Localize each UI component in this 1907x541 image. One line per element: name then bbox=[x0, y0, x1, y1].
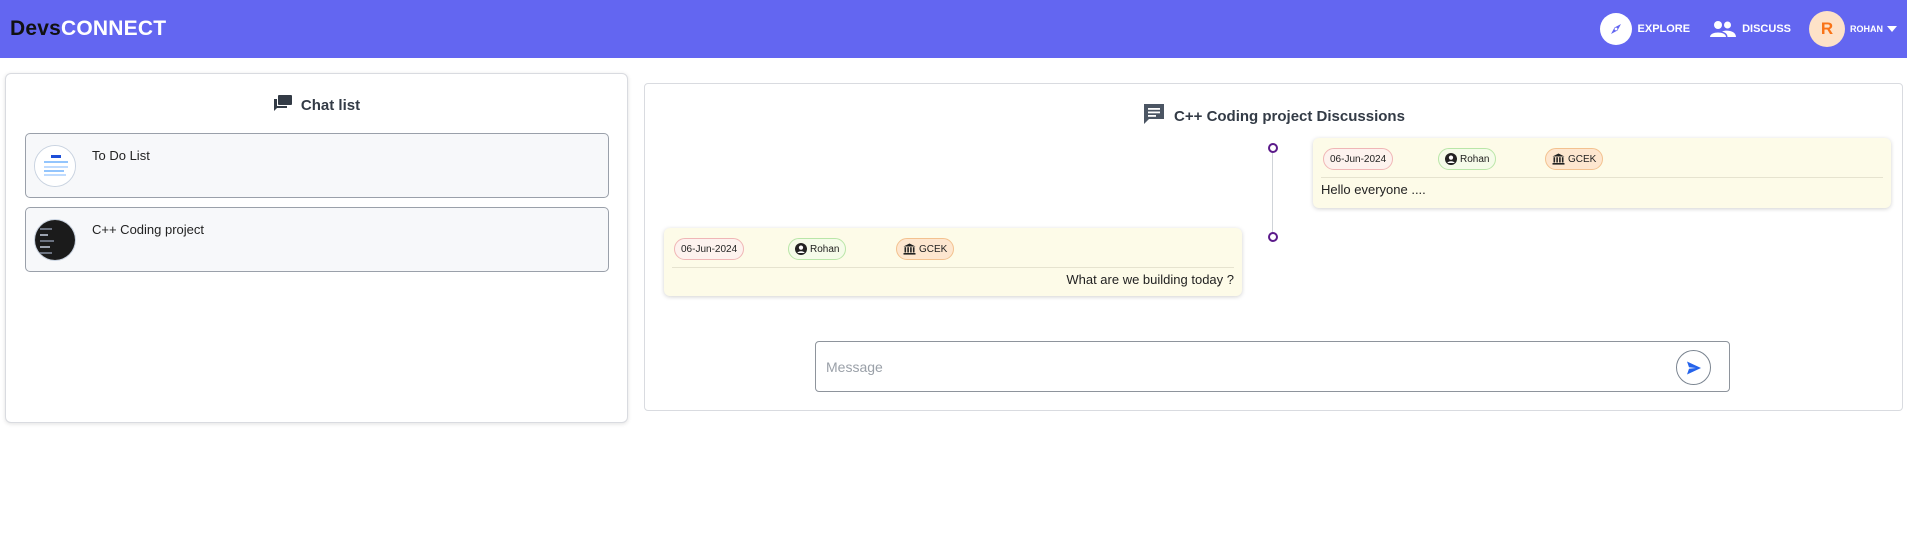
nav-discuss-link[interactable]: DISCUSS bbox=[1708, 14, 1791, 44]
timeline-line bbox=[1272, 148, 1273, 236]
message-text: What are we building today ? bbox=[1066, 272, 1234, 287]
message-meta: 06-Jun-2024 Rohan GCEK bbox=[1313, 138, 1891, 174]
chat-thumbnail bbox=[34, 219, 76, 261]
institution-icon bbox=[903, 243, 916, 255]
message-input-box bbox=[815, 341, 1730, 392]
message-card: 06-Jun-2024 Rohan GCEK Hello everyone ..… bbox=[1313, 138, 1891, 208]
date-chip: 06-Jun-2024 bbox=[674, 238, 745, 260]
date-chip: 06-Jun-2024 bbox=[1323, 148, 1394, 170]
message-divider bbox=[672, 267, 1234, 268]
message-divider bbox=[1321, 177, 1883, 178]
org-chip: GCEK bbox=[896, 238, 955, 260]
timeline-dot bbox=[1268, 143, 1278, 153]
chat-bubbles-icon bbox=[273, 94, 293, 117]
nav-right: EXPLORE DISCUSS R ROHAN bbox=[1582, 11, 1897, 47]
chat-thumbnail bbox=[34, 145, 76, 187]
brand-part-1: Devs bbox=[10, 17, 62, 40]
user-name[interactable]: ROHAN bbox=[1850, 24, 1883, 34]
nav-explore-link[interactable]: EXPLORE bbox=[1599, 13, 1691, 45]
chat-item-todo[interactable]: To Do List bbox=[25, 133, 609, 198]
chat-item-name: To Do List bbox=[92, 148, 150, 163]
nav-discuss-label: DISCUSS bbox=[1742, 23, 1791, 35]
institution-icon bbox=[1552, 153, 1565, 165]
chat-item-name: C++ Coding project bbox=[92, 222, 205, 237]
chat-list-header: Chat list bbox=[6, 93, 627, 117]
discussion-header: C++ Coding project Discussions bbox=[645, 103, 1902, 129]
user-chip: Rohan bbox=[1438, 148, 1497, 170]
discussion-title: C++ Coding project Discussions bbox=[1174, 107, 1405, 125]
message-card: 06-Jun-2024 Rohan GCEK What are we build… bbox=[664, 228, 1242, 296]
user-avatar[interactable]: R bbox=[1809, 11, 1845, 47]
message-text: Hello everyone .... bbox=[1321, 182, 1426, 197]
org-chip-label: GCEK bbox=[919, 243, 948, 255]
timeline-dot bbox=[1268, 232, 1278, 242]
user-chip: Rohan bbox=[788, 238, 847, 260]
user-circle-icon bbox=[1445, 153, 1457, 165]
chat-item-cpp-project[interactable]: C++ Coding project bbox=[25, 207, 609, 272]
brand-logo[interactable]: DevsCONNECT bbox=[10, 17, 166, 41]
send-button[interactable] bbox=[1676, 350, 1711, 385]
nav-explore-label: EXPLORE bbox=[1637, 23, 1691, 35]
chevron-down-icon[interactable] bbox=[1887, 26, 1897, 32]
org-chip: GCEK bbox=[1545, 148, 1604, 170]
user-chip-label: Rohan bbox=[1460, 153, 1490, 165]
user-chip-label: Rohan bbox=[810, 243, 840, 255]
user-circle-icon bbox=[795, 243, 807, 255]
navbar: DevsCONNECT EXPLORE DISCUSS R ROHAN bbox=[0, 0, 1907, 58]
chat-list-title: Chat list bbox=[300, 96, 361, 114]
brand-part-2: CONNECT bbox=[61, 17, 167, 40]
org-chip-label: GCEK bbox=[1568, 153, 1597, 165]
compass-icon bbox=[1599, 13, 1632, 45]
users-icon bbox=[1708, 14, 1738, 44]
send-icon bbox=[1686, 361, 1701, 374]
chat-list-panel: Chat list To Do List C++ Coding project bbox=[5, 73, 628, 423]
message-meta: 06-Jun-2024 Rohan GCEK bbox=[664, 228, 1242, 264]
message-icon bbox=[1142, 102, 1166, 131]
message-input[interactable] bbox=[826, 354, 1646, 380]
